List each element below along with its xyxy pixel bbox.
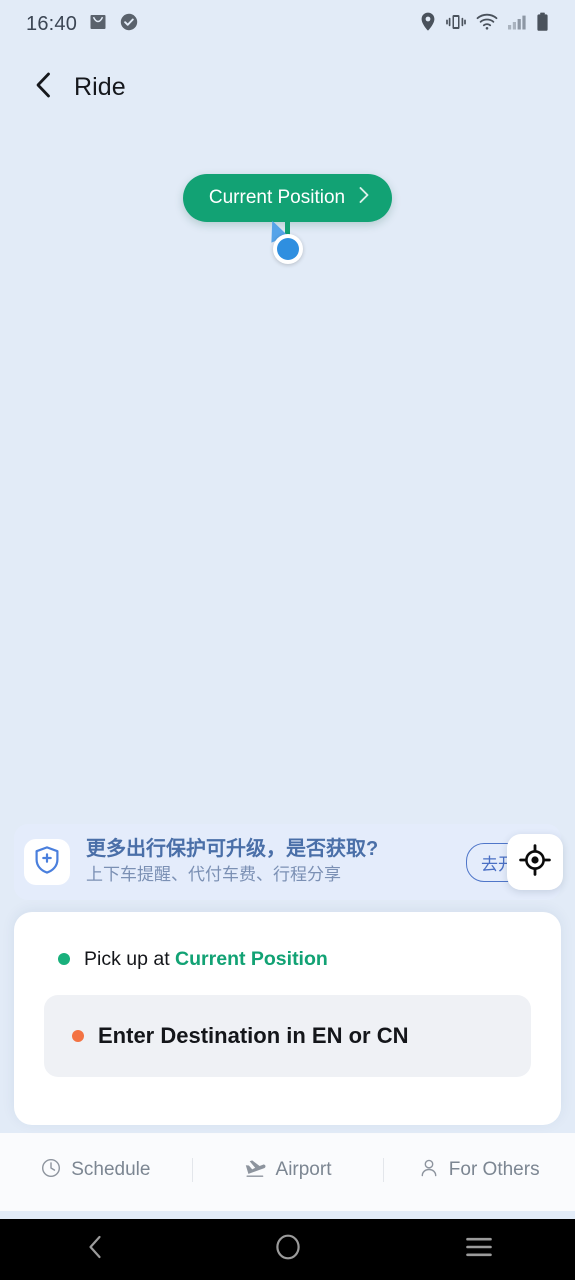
battery-icon — [536, 12, 549, 37]
nav-back-button[interactable] — [0, 1234, 192, 1265]
nav-home-button[interactable] — [192, 1233, 384, 1266]
phone-screen: 16:40 Ride Current Position 更多出行保护可升级，是否… — [0, 0, 575, 1280]
quick-action-tabs: Schedule Airport For Others — [0, 1133, 575, 1211]
nav-back-icon — [84, 1234, 108, 1265]
chevron-right-icon — [358, 186, 370, 210]
status-bar: 16:40 — [0, 0, 575, 48]
tab-airport[interactable]: Airport — [191, 1155, 384, 1185]
gps-crosshair-icon — [519, 843, 551, 881]
nav-recents-button[interactable] — [383, 1236, 575, 1263]
destination-placeholder: Enter Destination in EN or CN — [98, 1023, 409, 1048]
status-bar-right — [420, 12, 549, 37]
promo-subtitle: 上下车提醒、代付车费、行程分享 — [86, 865, 341, 885]
location-dot-core — [276, 238, 299, 260]
status-time: 16:40 — [26, 12, 78, 35]
vibrate-icon — [445, 13, 467, 36]
back-button[interactable] — [24, 65, 64, 109]
tab-airport-label: Airport — [275, 1159, 332, 1180]
tab-for-others[interactable]: For Others — [383, 1155, 575, 1185]
check-circle-icon — [119, 12, 139, 37]
nav-home-icon — [274, 1233, 302, 1266]
nav-recents-icon — [465, 1236, 493, 1263]
page-title: Ride — [74, 72, 126, 101]
pickup-label: Pick up at Current Position — [84, 948, 328, 971]
android-navigation-bar — [0, 1219, 575, 1280]
tab-schedule[interactable]: Schedule — [0, 1155, 192, 1185]
person-icon — [419, 1158, 439, 1183]
tab-for-others-label: For Others — [448, 1159, 540, 1180]
app-header: Ride — [0, 56, 575, 118]
tab-schedule-label: Schedule — [71, 1159, 151, 1180]
pickup-location: Current Position — [175, 947, 328, 970]
promo-title: 更多出行保护可升级，是否获取? — [86, 837, 379, 860]
booking-card: Pick up at Current Position Enter Destin… — [14, 912, 561, 1125]
signal-bars-icon — [507, 13, 527, 36]
promo-icon-tile — [24, 839, 70, 885]
destination-dot-icon — [72, 1030, 84, 1042]
airplane-takeoff-icon — [244, 1158, 266, 1183]
pickup-dot-icon — [58, 953, 70, 965]
wifi-icon — [476, 13, 498, 36]
current-position-pill[interactable]: Current Position — [182, 174, 393, 222]
current-position-pill-label: Current Position — [208, 187, 346, 208]
shield-plus-icon — [34, 845, 60, 879]
pickup-row[interactable]: Pick up at Current Position — [44, 942, 531, 976]
promo-banner[interactable]: 更多出行保护可升级，是否获取? 上下车提醒、代付车费、行程分享 去开启 — [14, 824, 561, 900]
status-bar-left: 16:40 — [26, 12, 139, 37]
pickup-prefix: Pick up at — [84, 947, 176, 970]
clock-icon — [41, 1158, 61, 1183]
destination-input[interactable]: Enter Destination in EN or CN — [44, 995, 531, 1077]
chevron-left-icon — [31, 70, 57, 105]
user-location-dot — [263, 217, 303, 264]
current-position-marker: Current Position — [0, 174, 575, 264]
promo-text-block: 更多出行保护可升级，是否获取? 上下车提醒、代付车费、行程分享 — [86, 838, 378, 887]
mail-icon — [88, 12, 108, 37]
locate-me-button[interactable] — [507, 834, 563, 890]
location-pin-icon — [420, 12, 436, 36]
